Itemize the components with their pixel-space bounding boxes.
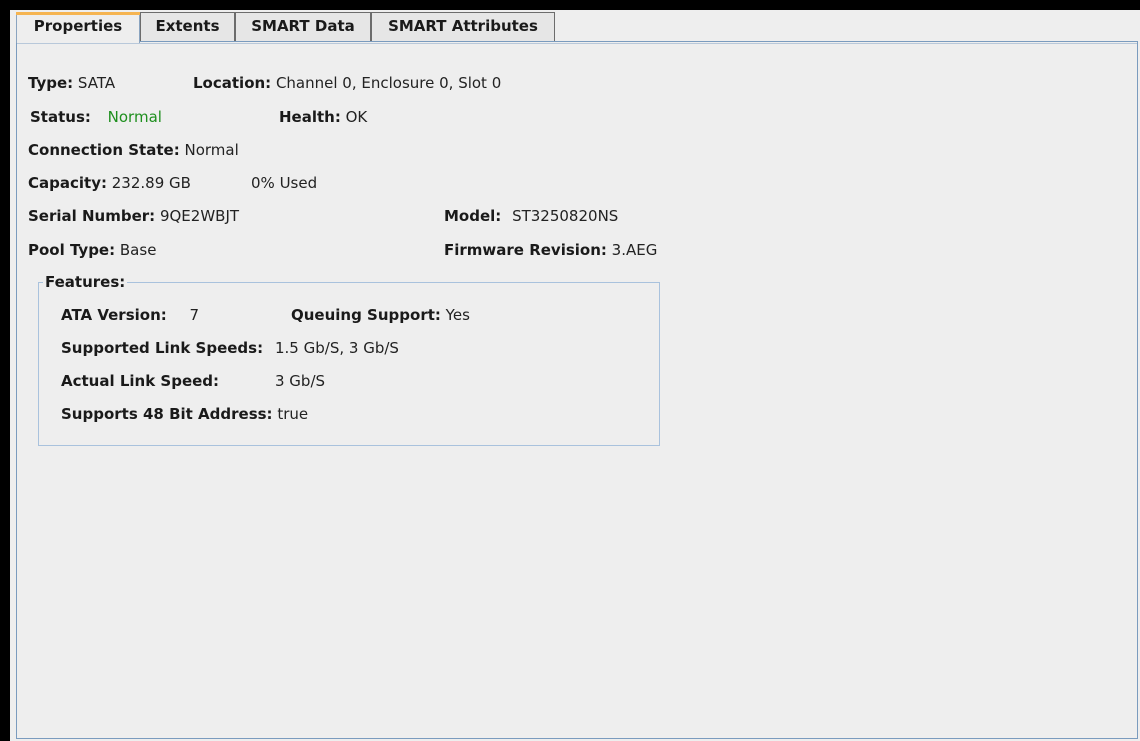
capacity-label: Capacity: [28,174,107,192]
health-row: Health: OK [279,108,367,126]
tab-properties[interactable]: Properties [16,12,140,43]
health-value: OK [345,108,368,126]
queuing-value: Yes [445,306,470,324]
capacity-value: 232.89 GB [111,174,191,192]
type-value: SATA [77,74,116,92]
type-label: Type: [28,74,74,92]
disk-properties-window: Properties Extents SMART Data SMART Attr… [10,10,1140,741]
bit48-value: true [277,405,309,423]
status-value: Normal [107,108,162,126]
pool-type-row: Pool Type: Base [28,241,156,259]
model-label: Model: [444,207,502,225]
tab-smart-attributes[interactable]: SMART Attributes [371,12,555,41]
link-speeds-label: Supported Link Speeds: [61,339,264,357]
connection-state-value: Normal [184,141,239,159]
tab-bar: Properties Extents SMART Data SMART Attr… [10,10,1140,43]
used-value: 0% Used [251,174,318,192]
serial-value: 9QE2WBJT [159,207,240,225]
status-label: Status: [30,108,91,126]
used-percent: 0% Used [251,174,317,192]
queuing-label: Queuing Support: [291,306,441,324]
ata-version-row: ATA Version: 7 [61,306,199,324]
serial-label: Serial Number: [28,207,156,225]
features-legend: Features: [43,273,128,291]
status-row: Status: Normal [30,108,162,126]
properties-panel: Type: SATA Location: Channel 0, Enclosur… [16,41,1138,739]
location-row: Location: Channel 0, Enclosure 0, Slot 0 [193,74,501,92]
capacity-row: Capacity: 232.89 GB [28,174,191,192]
link-speeds-value: 1.5 Gb/S, 3 Gb/S [275,339,399,357]
firmware-value: 3.AEG [611,241,658,259]
bit48-row: Supports 48 Bit Address: true [61,405,308,423]
model-row: Model: ST3250820NS [444,207,618,225]
model-value: ST3250820NS [512,207,619,225]
location-value: Channel 0, Enclosure 0, Slot 0 [275,74,502,92]
actual-speed-row: Actual Link Speed: [61,372,219,390]
ata-version-label: ATA Version: [61,306,167,324]
pool-type-value: Base [119,241,157,259]
bit48-label: Supports 48 Bit Address: [61,405,273,423]
queuing-row: Queuing Support: Yes [291,306,470,324]
connection-state-label: Connection State: [28,141,180,159]
link-speeds-value-cell: 1.5 Gb/S, 3 Gb/S [275,339,399,357]
actual-speed-label: Actual Link Speed: [61,372,220,390]
connection-state-row: Connection State: Normal [28,141,239,159]
features-group: Features: ATA Version: 7 Queuing Support… [38,273,660,446]
actual-speed-value: 3 Gb/S [275,372,326,390]
ata-version-value: 7 [189,306,200,324]
health-label: Health: [279,108,341,126]
link-speeds-row: Supported Link Speeds: [61,339,263,357]
serial-row: Serial Number: 9QE2WBJT [28,207,239,225]
tab-extents[interactable]: Extents [140,12,235,41]
firmware-row: Firmware Revision: 3.AEG [444,241,657,259]
location-label: Location: [193,74,272,92]
firmware-label: Firmware Revision: [444,241,607,259]
pool-type-label: Pool Type: [28,241,116,259]
type-row: Type: SATA [28,74,115,92]
tab-smart-data[interactable]: SMART Data [235,12,371,41]
actual-speed-value-cell: 3 Gb/S [275,372,325,390]
